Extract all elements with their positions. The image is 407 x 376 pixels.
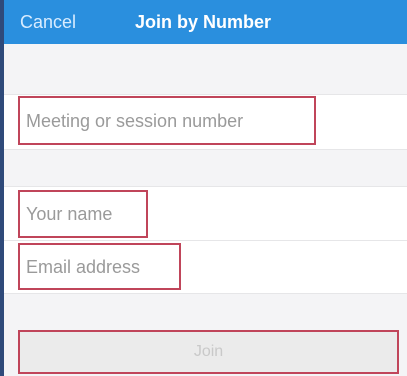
join-button[interactable]: Join	[18, 330, 399, 374]
name-placeholder: Your name	[26, 204, 113, 224]
email-input[interactable]: Email address	[18, 243, 181, 290]
name-input[interactable]: Your name	[18, 190, 148, 238]
cancel-button[interactable]: Cancel	[20, 12, 76, 33]
join-by-number-screen: Cancel Join by Number Meeting or session…	[0, 0, 407, 376]
meeting-number-input[interactable]: Meeting or session number	[18, 96, 316, 145]
join-button-label: Join	[193, 343, 224, 360]
navigation-bar: Cancel Join by Number	[4, 0, 407, 44]
row-divider	[4, 240, 407, 241]
page-title: Join by Number	[135, 12, 272, 32]
email-placeholder: Email address	[26, 256, 141, 277]
meeting-number-placeholder: Meeting or session number	[26, 110, 244, 131]
